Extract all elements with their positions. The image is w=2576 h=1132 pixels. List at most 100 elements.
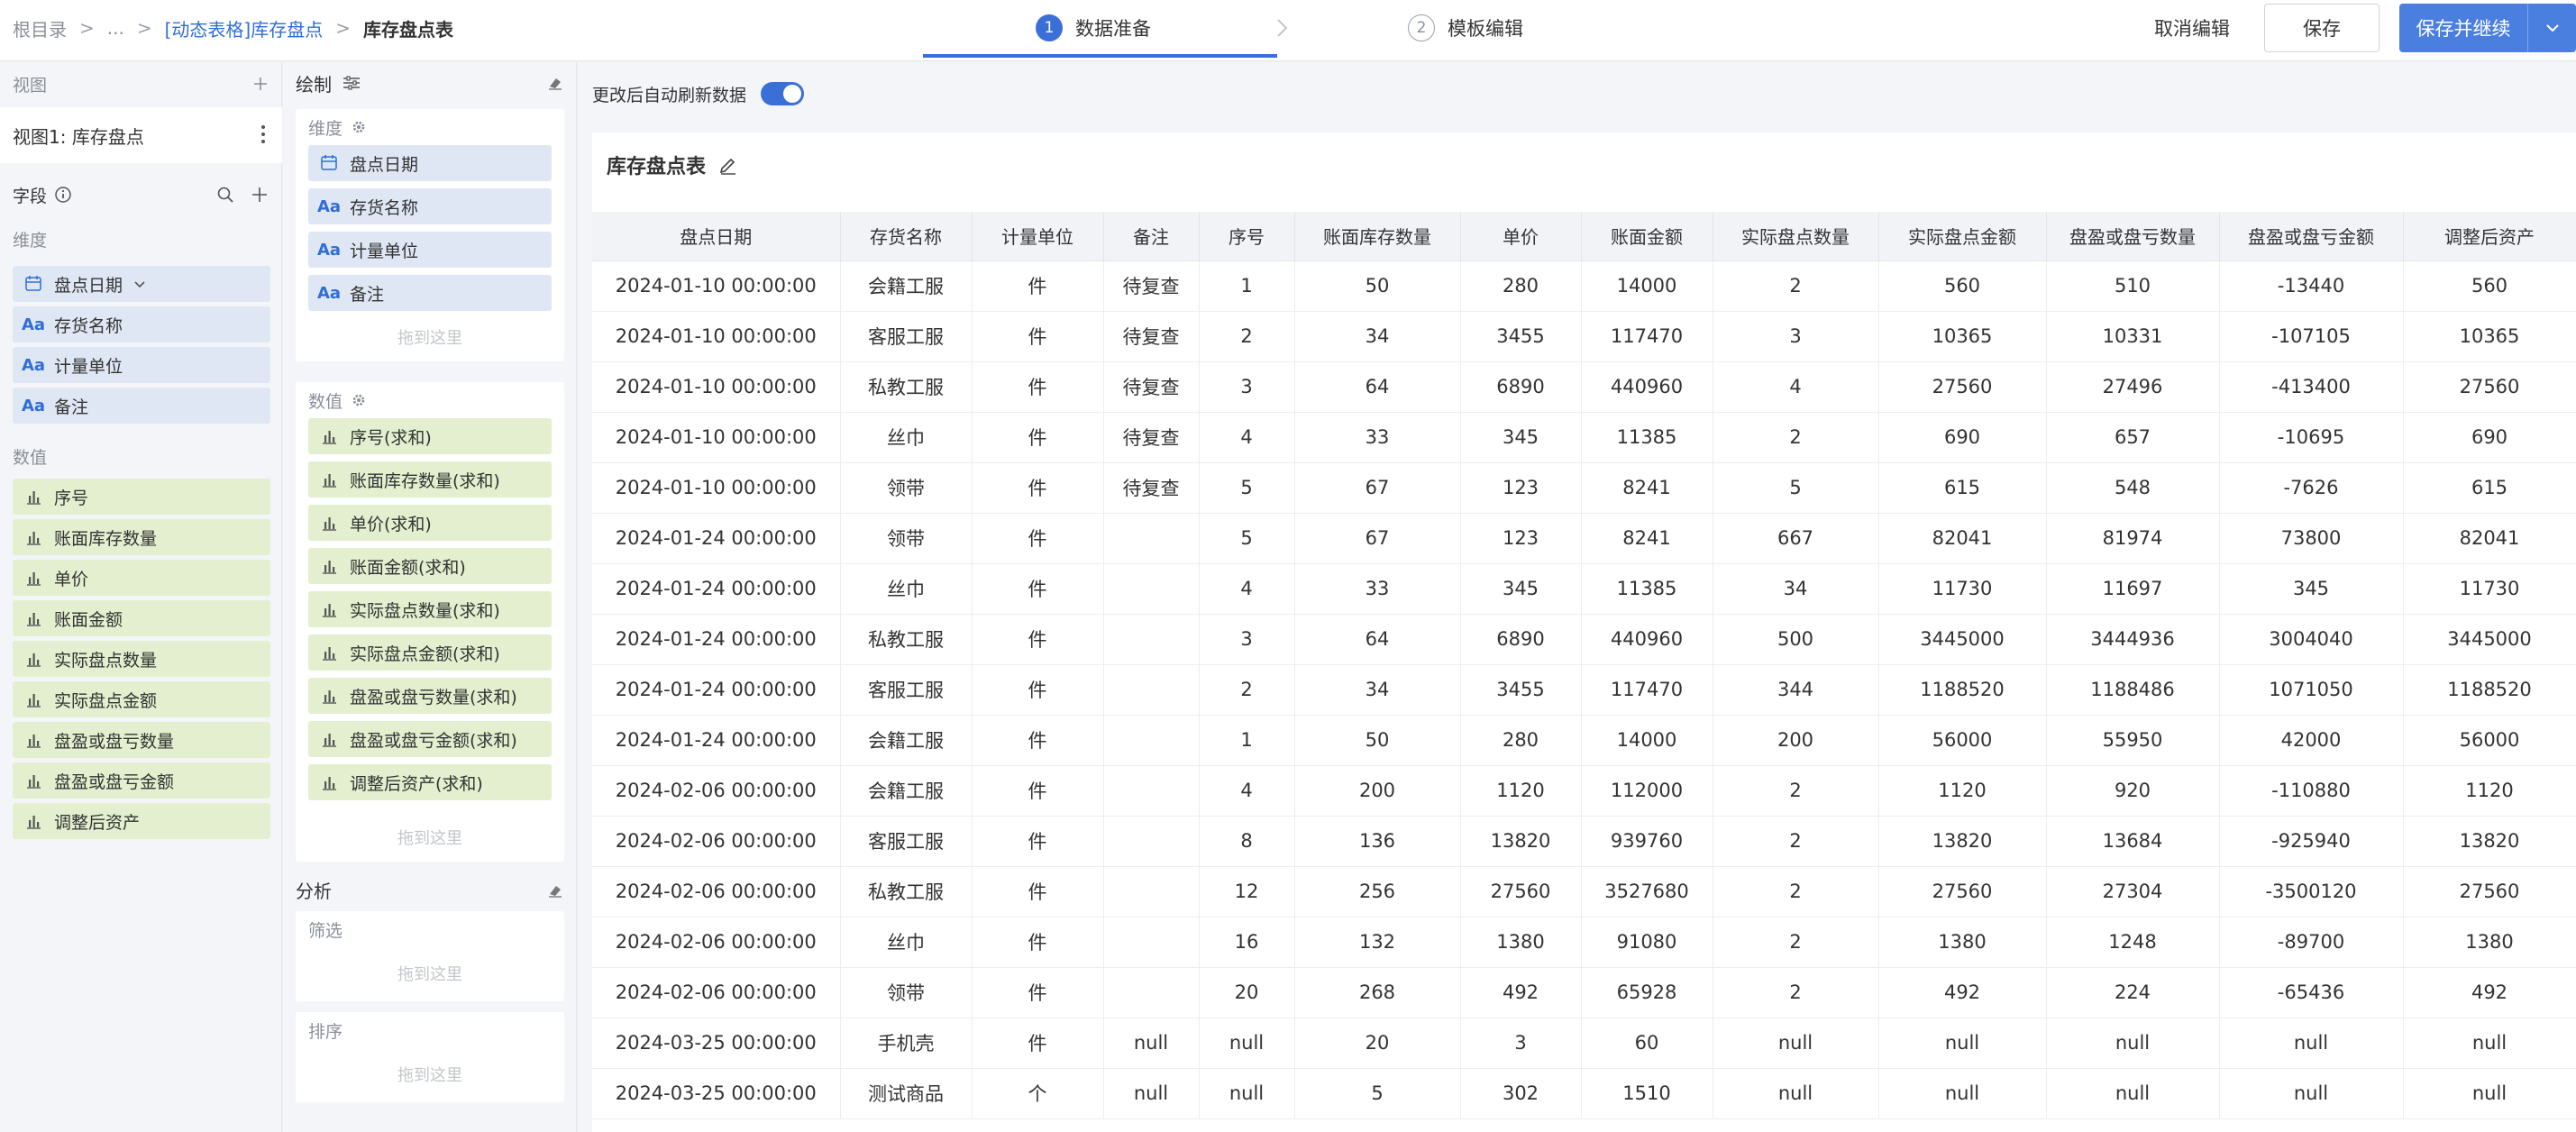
config-measure-item[interactable]: 盘盈或盘亏金额(求和): [308, 721, 552, 757]
column-header[interactable]: 序号: [1199, 212, 1295, 261]
field-dimension-date[interactable]: 盘点日期: [13, 266, 270, 302]
breadcrumb-root[interactable]: 根目录: [13, 15, 67, 41]
filter-drop-zone[interactable]: 筛选 拖到这里: [296, 911, 564, 1001]
field-measure-item[interactable]: 单价: [13, 560, 270, 596]
more-options-icon[interactable]: [260, 123, 266, 145]
table-cell: 11730: [2403, 563, 2576, 615]
column-header[interactable]: 单价: [1460, 212, 1582, 261]
config-measure-item[interactable]: 单价(求和): [308, 505, 552, 541]
config-dimension-date[interactable]: 盘点日期: [308, 145, 552, 181]
table-cell: 345: [2219, 563, 2404, 615]
bar-chart-icon: [23, 811, 43, 831]
table-cell: 2024-01-10 00:00:00: [592, 462, 841, 514]
column-header[interactable]: 调整后资产: [2403, 212, 2576, 261]
table-cell: 12: [1199, 866, 1295, 917]
measure-drop-zone[interactable]: 数值 序号(求和) 账面库存数量(求和) 单价(求和) 账面金额(求和) 实际盘点数量(…: [296, 382, 564, 862]
gear-icon[interactable]: [352, 120, 366, 134]
config-measure-item[interactable]: 序号(求和): [308, 418, 552, 454]
table-cell: 件: [972, 715, 1104, 766]
eraser-icon[interactable]: [547, 882, 563, 899]
table-cell: 224: [2046, 967, 2220, 1018]
column-header[interactable]: 计量单位: [972, 212, 1104, 261]
field-measure-item[interactable]: 调整后资产: [13, 803, 270, 839]
table-cell: 件: [972, 614, 1104, 665]
column-header[interactable]: 盘点日期: [592, 212, 841, 261]
config-measure-item[interactable]: 调整后资产(求和): [308, 764, 552, 800]
view-item[interactable]: 视图1: 库存盘点: [0, 107, 282, 163]
column-header[interactable]: 备注: [1103, 212, 1200, 261]
edit-pencil-icon[interactable]: [718, 155, 738, 175]
config-dimension-item[interactable]: Aa 存货名称: [308, 188, 552, 224]
field-measure-item[interactable]: 盘盈或盘亏数量: [13, 722, 270, 758]
search-icon[interactable]: [216, 186, 234, 204]
info-icon[interactable]: [54, 186, 72, 204]
table-cell: 1188486: [2046, 664, 2220, 716]
table-row: 2024-02-06 00:00:00 领带件 20 268 492 65928 2 492 2…: [592, 967, 2576, 1018]
config-measure-item[interactable]: 实际盘点金额(求和): [308, 634, 552, 671]
text-type-icon: Aa: [316, 196, 342, 216]
add-field-icon[interactable]: [251, 186, 269, 204]
config-measure-item[interactable]: 盘盈或盘亏数量(求和): [308, 678, 552, 714]
config-measure-item[interactable]: 实际盘点数量(求和): [308, 591, 552, 627]
field-dimension-item[interactable]: Aa 存货名称: [13, 306, 270, 342]
gear-icon[interactable]: [352, 393, 366, 407]
field-label: 序号: [54, 488, 89, 508]
sort-drop-zone[interactable]: 排序 拖到这里: [296, 1012, 564, 1102]
field-dimension-item[interactable]: Aa 备注: [13, 388, 270, 424]
step-data-prep[interactable]: 1 数据准备: [1036, 0, 1151, 56]
config-measure-item[interactable]: 账面金额(求和): [308, 548, 552, 584]
config-measure-item[interactable]: 账面库存数量(求和): [308, 461, 552, 498]
column-header[interactable]: 账面金额: [1581, 212, 1713, 261]
save-button[interactable]: 保存: [2264, 4, 2380, 52]
breadcrumb-parent[interactable]: [动态表格]库存盘点: [165, 15, 324, 41]
config-dimension-item[interactable]: Aa 计量单位: [308, 232, 552, 268]
table-cell: -3500120: [2219, 866, 2404, 917]
field-measure-item[interactable]: 实际盘点数量: [13, 641, 270, 677]
config-item-label: 存货名称: [350, 197, 419, 218]
step-template-edit[interactable]: 2 模板编辑: [1408, 0, 1523, 56]
config-item-label: 实际盘点金额(求和): [350, 644, 500, 664]
column-header[interactable]: 盘盈或盘亏金额: [2219, 212, 2404, 261]
active-step-underline: [923, 54, 1277, 58]
table-cell: 492: [2403, 967, 2576, 1018]
dimension-drop-zone[interactable]: 维度 盘点日期 Aa 存货名称 Aa 计量单位 Aa 备注 拖到这里: [296, 109, 564, 361]
table-card: 库存盘点表 盘点日期 存货名称 计量单位 备注 序号 账面库存数量 单价 账面金额 实际盘点数量…: [592, 132, 2576, 1132]
column-header[interactable]: 盘盈或盘亏数量: [2046, 212, 2220, 261]
table-cell: 27560: [2403, 866, 2576, 917]
column-header[interactable]: 账面库存数量: [1294, 212, 1461, 261]
cancel-edit-button[interactable]: 取消编辑: [2154, 14, 2230, 41]
table-cell: 待复查: [1103, 260, 1200, 312]
add-view-icon[interactable]: [252, 76, 269, 92]
table-cell: 657: [2046, 412, 2220, 463]
field-measure-item[interactable]: 序号: [13, 479, 270, 515]
eraser-icon[interactable]: [547, 75, 563, 91]
table-cell: [1103, 967, 1200, 1018]
auto-refresh-toggle[interactable]: [761, 82, 805, 105]
field-measure-item[interactable]: 盘盈或盘亏金额: [13, 762, 270, 799]
settings-sliders-icon[interactable]: [343, 75, 361, 91]
save-continue-button[interactable]: 保存并继续: [2399, 4, 2527, 52]
field-measure-item[interactable]: 账面库存数量: [13, 519, 270, 555]
table-cell: 丝巾: [840, 563, 973, 615]
column-header[interactable]: 存货名称: [840, 212, 973, 261]
bar-chart-icon: [319, 426, 339, 446]
table-cell: 手机壳: [840, 1018, 973, 1069]
field-measure-item[interactable]: 账面金额: [13, 600, 270, 636]
field-measure-item[interactable]: 实际盘点金额: [13, 681, 270, 717]
save-options-dropdown[interactable]: [2527, 4, 2576, 52]
config-dimension-item[interactable]: Aa 备注: [308, 275, 552, 311]
field-label: 计量单位: [54, 356, 123, 377]
config-item-label: 单价(求和): [350, 514, 432, 534]
chevron-down-icon[interactable]: [133, 278, 146, 290]
fields-title: 字段: [13, 186, 48, 206]
table-cell: 2024-01-10 00:00:00: [592, 412, 841, 463]
measures-header: 数值: [13, 438, 47, 474]
column-header[interactable]: 实际盘点数量: [1713, 212, 1879, 261]
column-header[interactable]: 实际盘点金额: [1878, 212, 2047, 261]
field-dimension-item[interactable]: Aa 计量单位: [13, 347, 270, 383]
table-cell: 123: [1460, 462, 1582, 514]
text-type-icon: Aa: [21, 396, 46, 415]
breadcrumb-ellipsis[interactable]: ...: [107, 17, 124, 39]
table-cell: 667: [1713, 513, 1879, 564]
table-cell: 2: [1713, 816, 1879, 867]
